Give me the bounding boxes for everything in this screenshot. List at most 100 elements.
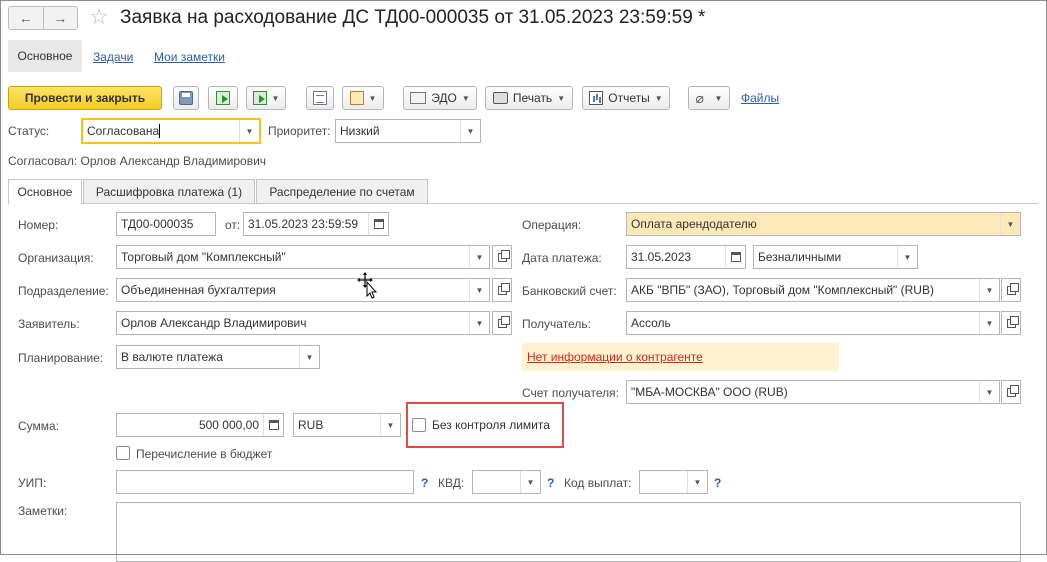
page-title: Заявка на расходование ДС ТД00-000035 от… bbox=[120, 7, 706, 28]
payment-type-value: Безналичными bbox=[758, 250, 842, 264]
chevron-down-icon[interactable]: ▼ bbox=[979, 312, 999, 334]
chevron-down-icon[interactable]: ▼ bbox=[979, 279, 999, 301]
chevron-down-icon: ▼ bbox=[368, 93, 377, 103]
date-value: 31.05.2023 23:59:59 bbox=[248, 217, 359, 231]
sum-label: Сумма: bbox=[18, 419, 60, 433]
chevron-down-icon[interactable]: ▼ bbox=[460, 120, 480, 142]
payment-code-select[interactable]: ▼ bbox=[639, 470, 708, 494]
calculator-icon[interactable] bbox=[263, 414, 283, 436]
create-based-on-icon bbox=[252, 91, 267, 105]
bank-account-label: Банковский счет: bbox=[522, 284, 617, 298]
star-icon[interactable]: ☆ bbox=[89, 5, 109, 29]
open-recipient-account-button[interactable] bbox=[1001, 380, 1021, 404]
number-value: ТД00-000035 bbox=[121, 217, 194, 231]
sum-value: 500 000,00 bbox=[198, 418, 259, 432]
chevron-down-icon[interactable]: ▼ bbox=[687, 471, 707, 493]
payment-type-select[interactable]: Безналичными ▼ bbox=[753, 245, 918, 269]
inner-tab-payment-details[interactable]: Расшифровка платежа (1) bbox=[83, 179, 255, 203]
from-label: от: bbox=[225, 218, 241, 232]
budget-transfer-checkbox[interactable] bbox=[116, 446, 130, 460]
save-icon bbox=[179, 91, 193, 105]
tab-tasks[interactable]: Задачи bbox=[93, 50, 133, 64]
number-field[interactable]: ТД00-000035 bbox=[116, 212, 216, 236]
attachments-button[interactable]: ⌀ ▼ bbox=[688, 86, 730, 110]
tab-divider bbox=[8, 203, 1038, 204]
notes-textarea[interactable] bbox=[116, 502, 1021, 562]
no-counterparty-info-link[interactable]: Нет информации о контрагенте bbox=[527, 350, 703, 364]
chevron-down-icon[interactable]: ▼ bbox=[299, 346, 319, 368]
payment-date-field[interactable]: 31.05.2023 bbox=[626, 245, 746, 269]
open-department-button[interactable] bbox=[492, 278, 512, 302]
calendar-icon[interactable] bbox=[368, 213, 388, 235]
create-based-on-button[interactable]: ▼ bbox=[246, 86, 286, 110]
applicant-value: Орлов Александр Владимирович bbox=[121, 316, 307, 330]
open-icon bbox=[1006, 384, 1019, 397]
payment-code-label: Код выплат: bbox=[564, 476, 632, 490]
recipient-field[interactable]: Ассоль ▼ bbox=[626, 311, 1000, 335]
sum-field[interactable]: 500 000,00 bbox=[116, 413, 284, 437]
budget-transfer-label: Перечисление в бюджет bbox=[136, 447, 273, 461]
document-icon bbox=[349, 91, 364, 105]
chevron-down-icon[interactable]: ▼ bbox=[1000, 213, 1020, 235]
chevron-down-icon[interactable]: ▼ bbox=[380, 414, 400, 436]
post-document-icon bbox=[216, 91, 230, 105]
files-link[interactable]: Файлы bbox=[741, 91, 779, 105]
bank-account-value: АКБ "ВПБ" (ЗАО), Торговый дом "Комплексн… bbox=[631, 283, 934, 297]
chevron-down-icon[interactable]: ▼ bbox=[469, 279, 489, 301]
forward-arrow-icon[interactable]: → bbox=[42, 7, 78, 29]
payment-date-label: Дата платежа: bbox=[522, 251, 602, 265]
chevron-down-icon[interactable]: ▼ bbox=[469, 312, 489, 334]
post-and-close-label: Провести и закрыть bbox=[24, 91, 146, 105]
open-recipient-button[interactable] bbox=[1001, 311, 1021, 335]
chevron-down-icon[interactable]: ▼ bbox=[469, 246, 489, 268]
related-documents-button[interactable]: ▼ bbox=[342, 86, 384, 110]
recipient-account-field[interactable]: "МБА-МОСКВА" ООО (RUB) ▼ bbox=[626, 380, 1000, 404]
report-icon bbox=[589, 91, 604, 105]
chevron-down-icon[interactable]: ▼ bbox=[979, 381, 999, 403]
open-bank-account-button[interactable] bbox=[1001, 278, 1021, 302]
recipient-account-value: "МБА-МОСКВА" ООО (RUB) bbox=[631, 385, 788, 399]
inner-tab-distribution[interactable]: Распределение по счетам bbox=[256, 179, 428, 203]
applicant-label: Заявитель: bbox=[18, 317, 80, 331]
save-button[interactable] bbox=[173, 86, 199, 110]
organization-field[interactable]: Торговый дом "Комплексный" ▼ bbox=[116, 245, 490, 269]
inner-tab-main[interactable]: Основное bbox=[8, 179, 82, 204]
structure-button[interactable] bbox=[306, 86, 334, 110]
open-applicant-button[interactable] bbox=[492, 311, 512, 335]
tab-main[interactable]: Основное bbox=[8, 40, 82, 72]
uip-help-icon[interactable]: ? bbox=[421, 476, 428, 490]
kvd-label: КВД: bbox=[438, 476, 465, 490]
status-select[interactable]: Согласована ▼ bbox=[82, 119, 260, 143]
print-button[interactable]: Печать ▼ bbox=[485, 86, 573, 110]
date-field[interactable]: 31.05.2023 23:59:59 bbox=[243, 212, 389, 236]
payment-code-help-icon[interactable]: ? bbox=[714, 476, 721, 490]
open-organization-button[interactable] bbox=[492, 245, 512, 269]
open-icon bbox=[497, 249, 510, 262]
chevron-down-icon[interactable]: ▼ bbox=[520, 471, 540, 493]
bank-account-field[interactable]: АКБ "ВПБ" (ЗАО), Торговый дом "Комплексн… bbox=[626, 278, 1000, 302]
recipient-value: Ассоль bbox=[631, 316, 671, 330]
kvd-help-icon[interactable]: ? bbox=[547, 476, 554, 490]
planning-select[interactable]: В валюте платежа ▼ bbox=[116, 345, 320, 369]
reports-button[interactable]: Отчеты ▼ bbox=[582, 86, 670, 110]
approved-by-text: Согласовал: Орлов Александр Владимирович bbox=[8, 154, 267, 168]
kvd-select[interactable]: ▼ bbox=[472, 470, 541, 494]
no-limit-control-checkbox[interactable] bbox=[412, 418, 426, 432]
chevron-down-icon[interactable]: ▼ bbox=[239, 120, 259, 142]
edo-button[interactable]: ЭДО ▼ bbox=[403, 86, 477, 110]
post-document-button[interactable] bbox=[208, 86, 238, 110]
payment-date-value: 31.05.2023 bbox=[631, 250, 692, 264]
applicant-field[interactable]: Орлов Александр Владимирович ▼ bbox=[116, 311, 490, 335]
department-field[interactable]: Объединенная бухгалтерия ▼ bbox=[116, 278, 490, 302]
chevron-down-icon[interactable]: ▼ bbox=[897, 246, 917, 268]
chevron-down-icon: ▼ bbox=[271, 93, 280, 103]
priority-select[interactable]: Низкий ▼ bbox=[335, 119, 481, 143]
tab-my-notes[interactable]: Мои заметки bbox=[154, 50, 225, 64]
uip-field[interactable] bbox=[116, 470, 414, 494]
currency-select[interactable]: RUB ▼ bbox=[293, 413, 401, 437]
post-and-close-button[interactable]: Провести и закрыть bbox=[8, 86, 162, 110]
back-arrow-icon[interactable]: ← bbox=[9, 7, 43, 29]
priority-value: Низкий bbox=[340, 124, 380, 138]
calendar-icon[interactable] bbox=[725, 246, 745, 268]
operation-select[interactable]: Оплата арендодателю ▼ bbox=[626, 212, 1021, 236]
